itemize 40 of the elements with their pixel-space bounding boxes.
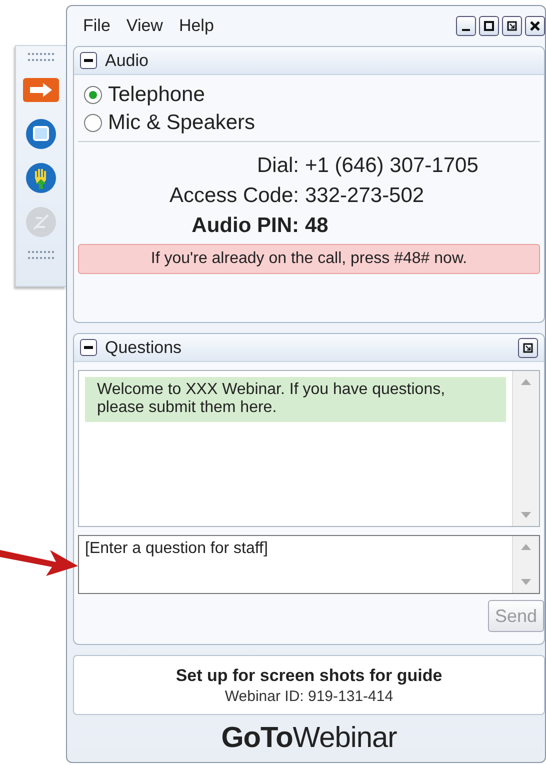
radio-icon[interactable] (84, 86, 102, 104)
screen-icon (25, 118, 57, 150)
restore-icon (522, 342, 534, 354)
minus-icon (84, 346, 93, 349)
minimize-icon (462, 29, 470, 31)
info-label: Dial: (256, 154, 299, 178)
menu-item[interactable]: Help (178, 16, 214, 36)
window-control-button[interactable] (479, 16, 499, 36)
close-icon (529, 20, 541, 32)
question-input[interactable]: [Enter a question for staff] (78, 535, 540, 594)
info-value: 48 (305, 214, 330, 238)
message: Welcome to XXX Webinar. If you have questions, please submit them here. (85, 377, 506, 422)
window-control-button[interactable] (456, 16, 476, 36)
webinar-title: Set up for screen shots for guide (176, 666, 442, 686)
maximize-icon (483, 20, 495, 32)
panel-title: Audio (105, 50, 148, 70)
menu-item[interactable]: File (83, 16, 110, 36)
collapse-button[interactable] (80, 339, 97, 356)
slash-icon (25, 206, 57, 238)
radio-option[interactable]: Telephone (84, 83, 534, 107)
window-control-button[interactable] (502, 16, 522, 36)
window-control-button[interactable] (525, 16, 545, 36)
info-label: Access Code: (168, 184, 299, 208)
radio-icon[interactable] (84, 114, 102, 132)
minus-icon (84, 59, 93, 62)
info-value: +1 (646) 307-1705 (305, 154, 480, 178)
grip-icon[interactable] (28, 251, 54, 259)
info-label: Audio PIN: (190, 214, 299, 238)
popout-button[interactable] (518, 338, 538, 358)
panel-title: Questions (105, 338, 182, 358)
radio-option[interactable]: Mic & Speakers (84, 111, 534, 135)
logo: GoToWebinar (221, 722, 397, 755)
notice-banner: If you're already on the call, press #48# now. (78, 244, 540, 274)
menu-item[interactable]: View (126, 16, 163, 36)
collapse-button[interactable] (80, 52, 97, 69)
grip-icon[interactable] (28, 53, 54, 61)
info-value: 332-273-502 (305, 184, 426, 208)
restore-icon (506, 20, 518, 32)
webinar-id: Webinar ID: 919-131-414 (224, 688, 394, 704)
raise-hand-icon (25, 162, 57, 194)
